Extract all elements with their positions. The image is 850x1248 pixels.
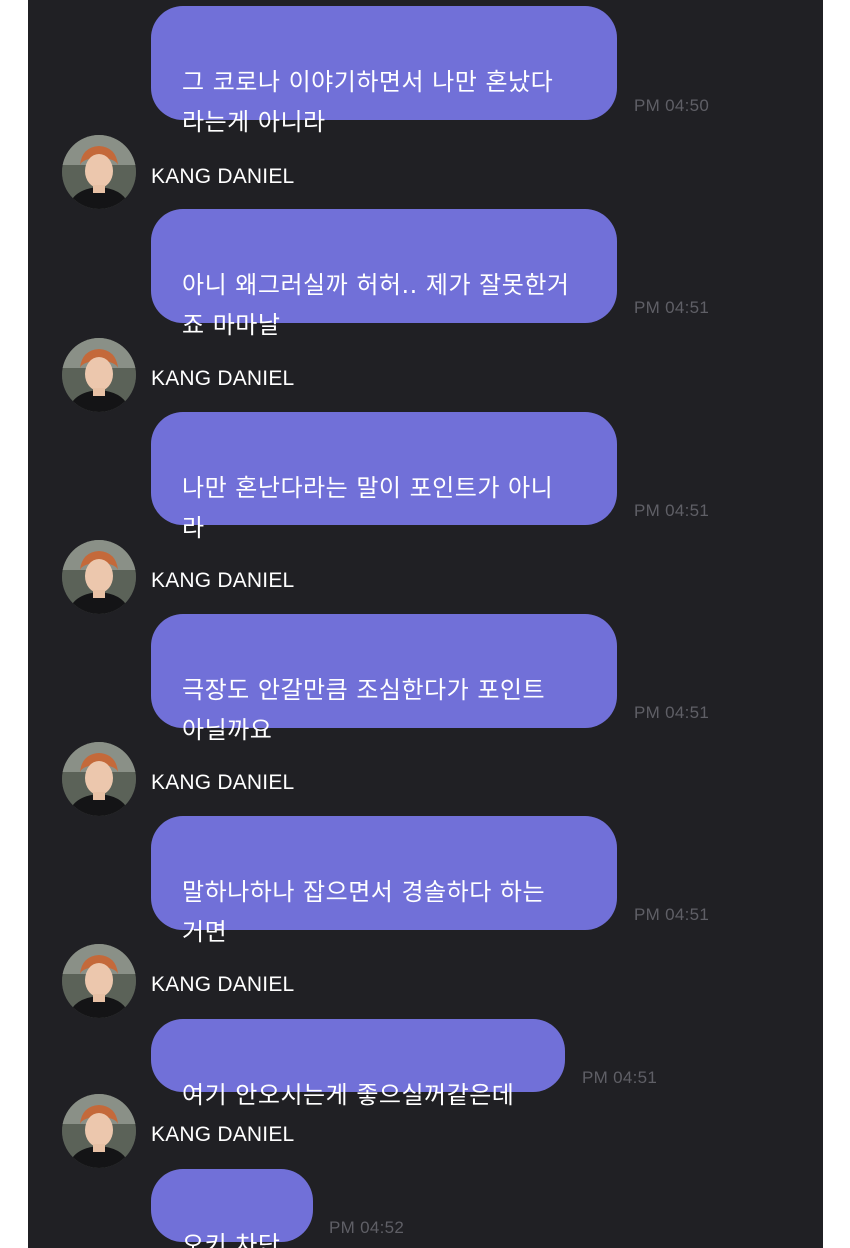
avatar[interactable] — [62, 742, 136, 816]
message-timestamp: PM 04:51 — [634, 298, 710, 317]
sender-name: KANG DANIEL — [151, 569, 295, 592]
chat-screen: 그 코로나 이야기하면서 나만 혼났다 라는게 아니라 PM 04:50 KAN… — [28, 0, 823, 1248]
message-text: 여기 안오시는게 좋으실꺼같은데 — [182, 1081, 515, 1109]
message-bubble: 그 코로나 이야기하면서 나만 혼났다 라는게 아니라 — [151, 6, 617, 136]
message-text: 오키 차단 — [182, 1231, 281, 1248]
avatar[interactable] — [62, 944, 136, 1018]
message-bubble: 극장도 안갈만큼 조심한다가 포인트 아닐까요 — [151, 614, 617, 744]
message-text: 그 코로나 이야기하면서 나만 혼났다 라는게 아니라 — [182, 68, 554, 136]
sender-name: KANG DANIEL — [151, 165, 295, 188]
message-bubble: 아니 왜그러실까 허허.. 제가 잘못한거 죠 마마날 — [151, 209, 617, 339]
message-timestamp: PM 04:51 — [582, 1068, 658, 1087]
message-bubble: 여기 안오시는게 좋으실꺼같은데 — [151, 1019, 565, 1109]
message-text: 나만 혼난다라는 말이 포인트가 아니 라 — [182, 474, 554, 542]
avatar[interactable] — [62, 338, 136, 412]
message-bubble: 나만 혼난다라는 말이 포인트가 아니 라 — [151, 412, 617, 542]
profile-photo-icon — [62, 338, 136, 412]
sender-name: KANG DANIEL — [151, 1123, 295, 1146]
profile-photo-icon — [62, 135, 136, 209]
message-text: 아니 왜그러실까 허허.. 제가 잘못한거 죠 마마날 — [182, 271, 570, 339]
message-bubble: 오키 차단 — [151, 1169, 313, 1248]
profile-photo-icon — [62, 944, 136, 1018]
avatar[interactable] — [62, 1094, 136, 1168]
message-timestamp: PM 04:52 — [329, 1218, 405, 1237]
avatar[interactable] — [62, 135, 136, 209]
profile-photo-icon — [62, 540, 136, 614]
avatar[interactable] — [62, 540, 136, 614]
sender-name: KANG DANIEL — [151, 973, 295, 996]
message-timestamp: PM 04:51 — [634, 501, 710, 520]
message-timestamp: PM 04:51 — [634, 905, 710, 924]
profile-photo-icon — [62, 1094, 136, 1168]
message-bubble: 말하나하나 잡으면서 경솔하다 하는 거면 — [151, 816, 617, 946]
message-timestamp: PM 04:51 — [634, 703, 710, 722]
profile-photo-icon — [62, 742, 136, 816]
sender-name: KANG DANIEL — [151, 771, 295, 794]
sender-name: KANG DANIEL — [151, 367, 295, 390]
message-timestamp: PM 04:50 — [634, 96, 710, 115]
message-text: 극장도 안갈만큼 조심한다가 포인트 아닐까요 — [182, 676, 546, 744]
message-text: 말하나하나 잡으면서 경솔하다 하는 거면 — [182, 878, 546, 946]
